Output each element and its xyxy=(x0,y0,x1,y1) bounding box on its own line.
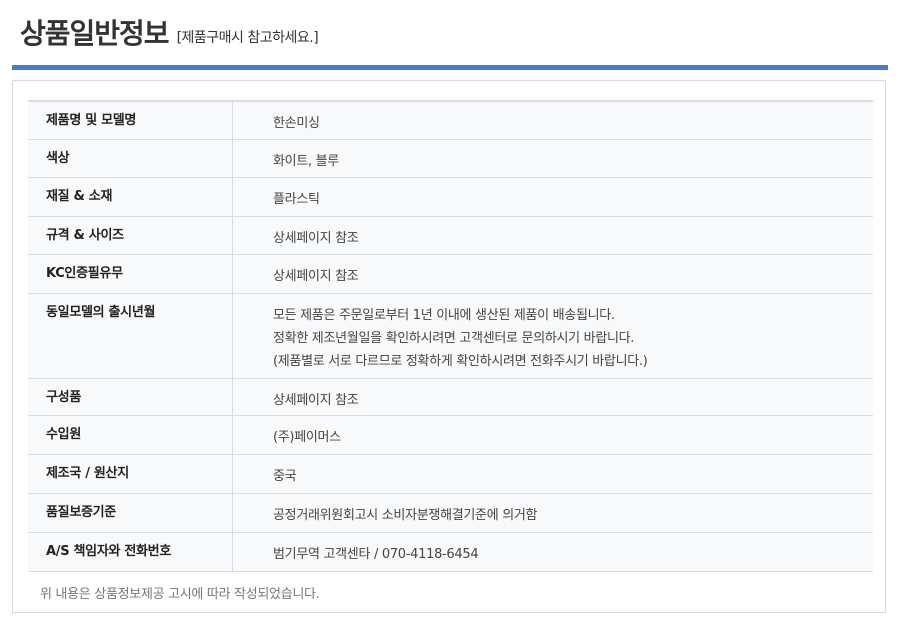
row-label: 재질 & 소재 xyxy=(28,176,233,217)
row-value-line: 한손미싱 xyxy=(273,116,320,131)
page-title: 상품일반정보 xyxy=(20,17,170,50)
row-value-line: 상세페이지 참조 xyxy=(273,392,359,408)
product-info-table: 제품명 및 모델명 한손미싱색상 화이트, 블루재질 & 소재 플라스틱규격 & 사이… xyxy=(28,100,873,572)
row-label: 제조국 / 원산지 xyxy=(28,453,233,494)
table-row: A/S 책임자와 전화번호 범기무역 고객센타 / 070-4118-6454 xyxy=(28,531,873,572)
row-value: (주)페이머스 xyxy=(232,414,873,455)
row-label: 동일모델의 출시년월 xyxy=(28,292,233,379)
row-value: 상세페이지 참조 xyxy=(232,377,873,416)
table-row: KC인증필유무 상세페이지 참조 xyxy=(28,253,873,294)
row-value-line: 범기무역 고객센타 / 070-4118-6454 xyxy=(273,546,479,562)
row-label: 색상 xyxy=(28,138,233,178)
table-row: 품질보증기준 공정거래위원회고시 소비자분쟁해결기준에 의거함 xyxy=(28,492,873,533)
row-label: 구성품 xyxy=(28,377,233,416)
title-accent-bar xyxy=(12,65,888,70)
table-row: 색상 화이트, 블루 xyxy=(28,138,873,178)
table-row: 제조국 / 원산지 중국 xyxy=(28,453,873,494)
row-value-line: 모든 제품은 주문일로부터 1년 이내에 생산된 제품이 배송됩니다. xyxy=(273,307,615,323)
page-header: 상품일반정보 [제품구매시 참고하세요.] xyxy=(20,16,888,52)
row-value: 공정거래위원회고시 소비자분쟁해결기준에 의거함 xyxy=(232,492,873,533)
row-label: 제품명 및 모델명 xyxy=(28,100,233,140)
row-value: 한손미싱 xyxy=(232,100,873,140)
row-value-line: 플라스틱 xyxy=(273,191,320,207)
table-row: 제품명 및 모델명 한손미싱 xyxy=(28,100,873,140)
row-value-line: 상세페이지 참조 xyxy=(273,230,359,246)
row-label: A/S 책임자와 전화번호 xyxy=(28,531,233,572)
footnote: 위 내용은 상품정보제공 고시에 따라 작성되었습니다. xyxy=(40,587,320,602)
row-label: KC인증필유무 xyxy=(28,253,233,294)
row-value: 상세페이지 참조 xyxy=(232,215,873,255)
row-value-line: 정확한 제조년월일을 확인하시려면 고객센터로 문의하시기 바랍니다. xyxy=(273,330,635,346)
row-value: 범기무역 고객센타 / 070-4118-6454 xyxy=(232,531,873,572)
row-value: 모든 제품은 주문일로부터 1년 이내에 생산된 제품이 배송됩니다. 정확한 제… xyxy=(232,292,873,379)
row-label: 품질보증기준 xyxy=(28,492,233,533)
table-row: 재질 & 소재 플라스틱 xyxy=(28,176,873,217)
table-row: 규격 & 사이즈 상세페이지 참조 xyxy=(28,215,873,255)
row-value: 중국 xyxy=(232,453,873,494)
row-value-line: (제품별로 서로 다르므로 정확하게 확인하시려면 전화주시기 바랍니다.) xyxy=(273,353,648,369)
table-row: 동일모델의 출시년월 모든 제품은 주문일로부터 1년 이내에 생산된 제품이 배… xyxy=(28,292,873,379)
table-row: 구성품 상세페이지 참조 xyxy=(28,377,873,416)
row-value: 상세페이지 참조 xyxy=(232,253,873,294)
row-label: 수입원 xyxy=(28,414,233,455)
row-value: 플라스틱 xyxy=(232,176,873,217)
product-info-panel: 제품명 및 모델명 한손미싱색상 화이트, 블루재질 & 소재 플라스틱규격 & 사이… xyxy=(12,80,886,613)
row-value: 화이트, 블루 xyxy=(232,138,873,178)
row-label: 규격 & 사이즈 xyxy=(28,215,233,255)
page-subtitle: [제품구매시 참고하세요.] xyxy=(176,30,319,46)
row-value-line: 중국 xyxy=(273,468,297,484)
row-value-line: 상세페이지 참조 xyxy=(273,268,359,284)
row-value-line: 공정거래위원회고시 소비자분쟁해결기준에 의거함 xyxy=(273,507,538,523)
row-value-line: 화이트, 블루 xyxy=(273,153,339,169)
row-value-line: (주)페이머스 xyxy=(273,429,341,445)
table-row: 수입원 (주)페이머스 xyxy=(28,414,873,455)
